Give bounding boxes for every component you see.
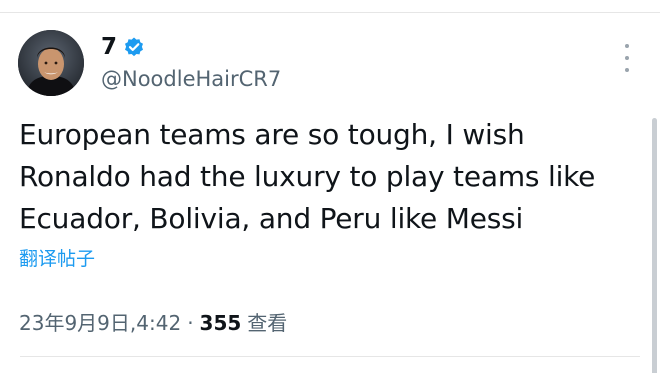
translate-post-link[interactable]: 翻译帖子 bbox=[19, 246, 95, 272]
bottom-divider bbox=[20, 356, 640, 357]
views-count: 355 bbox=[199, 311, 242, 335]
display-name[interactable]: 7 bbox=[101, 33, 117, 61]
top-divider bbox=[0, 12, 660, 13]
tweet-line: European teams are so tough, I wish bbox=[19, 118, 525, 151]
views-label: 查看 bbox=[247, 311, 288, 335]
more-options-button[interactable] bbox=[618, 44, 636, 72]
more-dot bbox=[625, 56, 629, 60]
tweet-meta: 23年9月9日, 4:42 · 355 查看 bbox=[19, 308, 287, 338]
scrollbar[interactable] bbox=[652, 118, 657, 373]
more-vertical-icon bbox=[625, 44, 629, 48]
meta-separator: · bbox=[187, 311, 194, 335]
tweet-line: Ecuador, Bolivia, and Peru like Messi bbox=[19, 202, 524, 235]
tweet-date[interactable]: 23年9月9日 bbox=[19, 308, 130, 338]
verified-badge-icon bbox=[123, 36, 145, 58]
tweet-text: European teams are so tough, I wish Rona… bbox=[19, 114, 644, 240]
name-row: 7 bbox=[101, 33, 145, 61]
user-handle[interactable]: @NoodleHairCR7 bbox=[101, 66, 281, 92]
avatar-image bbox=[18, 30, 84, 96]
more-dot bbox=[625, 68, 629, 72]
avatar[interactable] bbox=[18, 30, 84, 96]
tweet-time[interactable]: 4:42 bbox=[136, 308, 181, 338]
tweet-line: Ronaldo had the luxury to play teams lik… bbox=[19, 160, 596, 193]
tweet-card: 7 @NoodleHairCR7 European teams are so t… bbox=[0, 0, 660, 373]
